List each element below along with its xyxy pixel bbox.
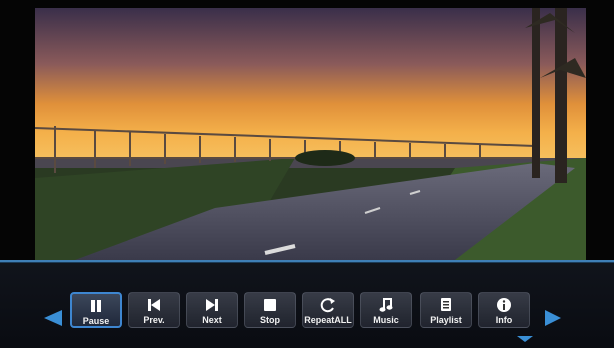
- next-button[interactable]: Next: [186, 292, 238, 328]
- stop-button[interactable]: Stop: [244, 292, 296, 328]
- previous-icon: [144, 297, 164, 313]
- scroll-left-arrow-icon[interactable]: [44, 310, 62, 326]
- stop-label: Stop: [260, 315, 280, 325]
- previous-label: Prev.: [143, 315, 165, 325]
- previous-button[interactable]: Prev.: [128, 292, 180, 328]
- music-label: Music: [373, 315, 399, 325]
- music-note-icon: [376, 297, 396, 313]
- next-icon: [202, 297, 222, 313]
- stop-icon: [260, 297, 280, 313]
- pause-button[interactable]: Pause: [70, 292, 122, 328]
- media-player-screen: Pause Prev. Next Stop RepeatALL Music Pl…: [0, 0, 614, 348]
- control-bar-divider-shadow: [0, 262, 614, 263]
- playlist-icon: [436, 297, 456, 313]
- next-label: Next: [202, 315, 222, 325]
- repeat-all-label: RepeatALL: [304, 315, 352, 325]
- scroll-right-arrow-icon[interactable]: [545, 310, 561, 326]
- info-button[interactable]: Info: [478, 292, 530, 328]
- info-label: Info: [495, 315, 513, 325]
- photo-display: [35, 8, 586, 260]
- repeat-icon: [318, 297, 338, 313]
- info-icon: [494, 297, 514, 313]
- music-button[interactable]: Music: [360, 292, 412, 328]
- pause-icon: [86, 298, 106, 314]
- pause-label: Pause: [82, 316, 110, 326]
- playlist-button[interactable]: Playlist: [420, 292, 472, 328]
- playlist-label: Playlist: [430, 315, 462, 325]
- repeat-all-button[interactable]: RepeatALL: [302, 292, 354, 328]
- expand-down-arrow-icon[interactable]: [517, 336, 533, 342]
